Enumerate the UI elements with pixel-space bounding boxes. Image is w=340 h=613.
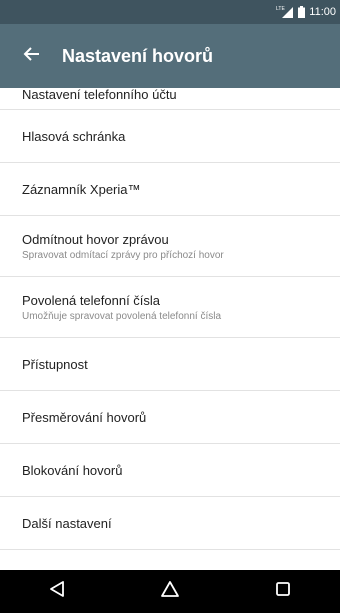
list-item-title: Záznamník Xperia™: [22, 181, 141, 197]
list-item-additional-settings[interactable]: Další nastavení: [0, 497, 340, 550]
back-button[interactable]: [8, 32, 56, 80]
nav-recents-button[interactable]: [263, 572, 303, 612]
svg-text:LTE: LTE: [276, 6, 285, 12]
list-item-title: Blokování hovorů: [22, 462, 123, 478]
settings-list: Nastavení telefonního účtu Hlasová schrá…: [0, 78, 340, 550]
status-time: 11:00: [309, 6, 336, 18]
list-item-fixed-dialing-numbers[interactable]: Povolená telefonní čísla Umožňuje spravo…: [0, 277, 340, 338]
battery-icon: [298, 6, 306, 18]
list-item-title: Povolená telefonní čísla: [22, 292, 161, 308]
list-item-subtitle: Spravovat odmítací zprávy pro příchozí h…: [22, 249, 224, 261]
list-item-accessibility[interactable]: Přístupnost: [0, 338, 340, 391]
arrow-left-icon: [22, 44, 42, 69]
nav-home-button[interactable]: [150, 572, 190, 612]
home-icon: [160, 580, 180, 603]
page-title: Nastavení hovorů: [62, 45, 214, 66]
navigation-bar: [0, 570, 340, 613]
list-item-title: Nastavení telefonního účtu: [22, 87, 177, 102]
list-item-title: Další nastavení: [22, 515, 112, 531]
list-item-phone-account[interactable]: Nastavení telefonního účtu: [0, 78, 340, 110]
list-item-title: Odmítnout hovor zprávou: [22, 231, 169, 247]
list-item-reject-with-message[interactable]: Odmítnout hovor zprávou Spravovat odmíta…: [0, 216, 340, 277]
status-bar: LTE 11:00: [0, 0, 340, 24]
list-item-title: Hlasová schránka: [22, 128, 126, 144]
list-item-call-blocking[interactable]: Blokování hovorů: [0, 444, 340, 497]
list-item-subtitle: Umožňuje spravovat povolená telefonní čí…: [22, 310, 222, 322]
list-item-call-forwarding[interactable]: Přesměrování hovorů: [0, 391, 340, 444]
back-triangle-icon: [48, 580, 66, 603]
list-item-title: Přístupnost: [22, 356, 88, 372]
list-item-title: Přesměrování hovorů: [22, 409, 147, 425]
list-item-voicemail[interactable]: Hlasová schránka: [0, 110, 340, 163]
nav-back-button[interactable]: [37, 572, 77, 612]
list-item-xperia-answering-machine[interactable]: Záznamník Xperia™: [0, 163, 340, 216]
lte-signal-icon: LTE: [276, 5, 294, 19]
recents-icon: [275, 581, 291, 602]
